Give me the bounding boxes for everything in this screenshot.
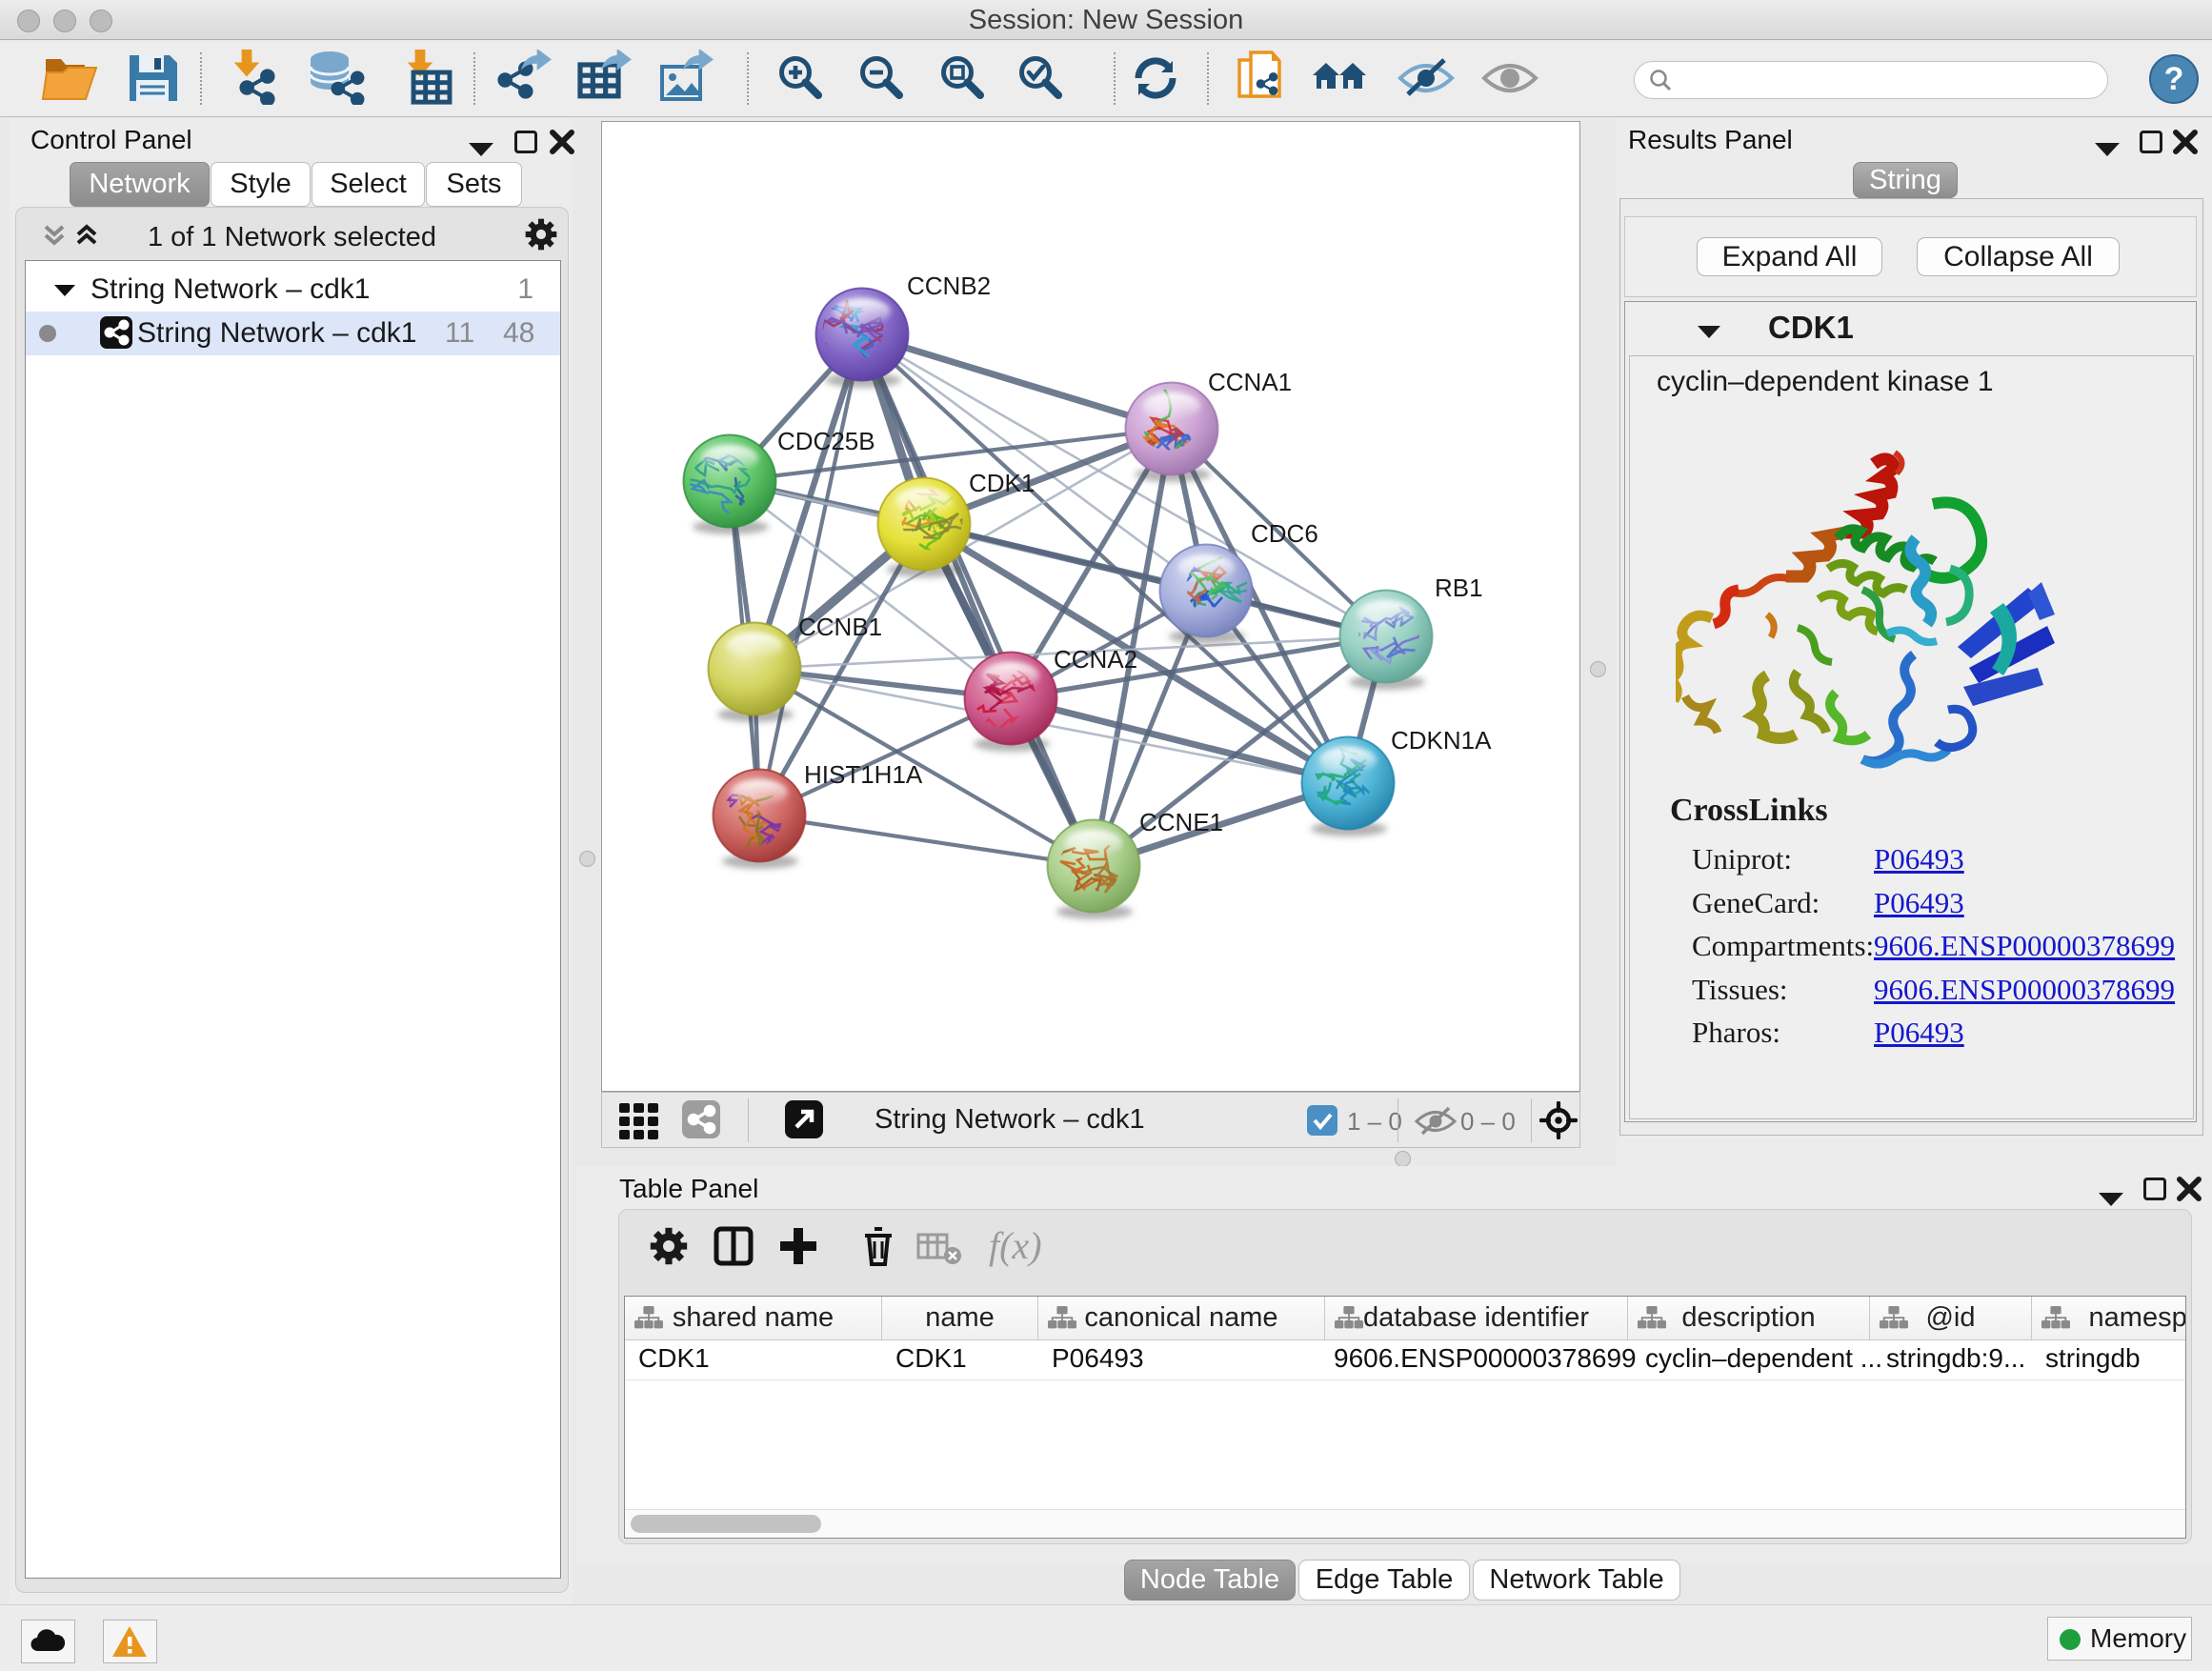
svg-text:CCNE1: CCNE1 [1139, 808, 1223, 836]
svg-text:CDC25B: CDC25B [777, 427, 875, 455]
svg-text:CCNB1: CCNB1 [798, 613, 882, 641]
svg-text:?: ? [2164, 61, 2184, 97]
svg-text:CCNA1: CCNA1 [1208, 368, 1292, 396]
svg-text:CCNA2: CCNA2 [1054, 645, 1137, 674]
svg-text:CDC6: CDC6 [1251, 519, 1318, 548]
svg-text:RB1: RB1 [1435, 574, 1483, 602]
svg-text:CDKN1A: CDKN1A [1391, 726, 1492, 755]
svg-text:CDK1: CDK1 [969, 469, 1035, 497]
svg-text:HIST1H1A: HIST1H1A [804, 760, 923, 789]
svg-text:CCNB2: CCNB2 [907, 272, 991, 300]
